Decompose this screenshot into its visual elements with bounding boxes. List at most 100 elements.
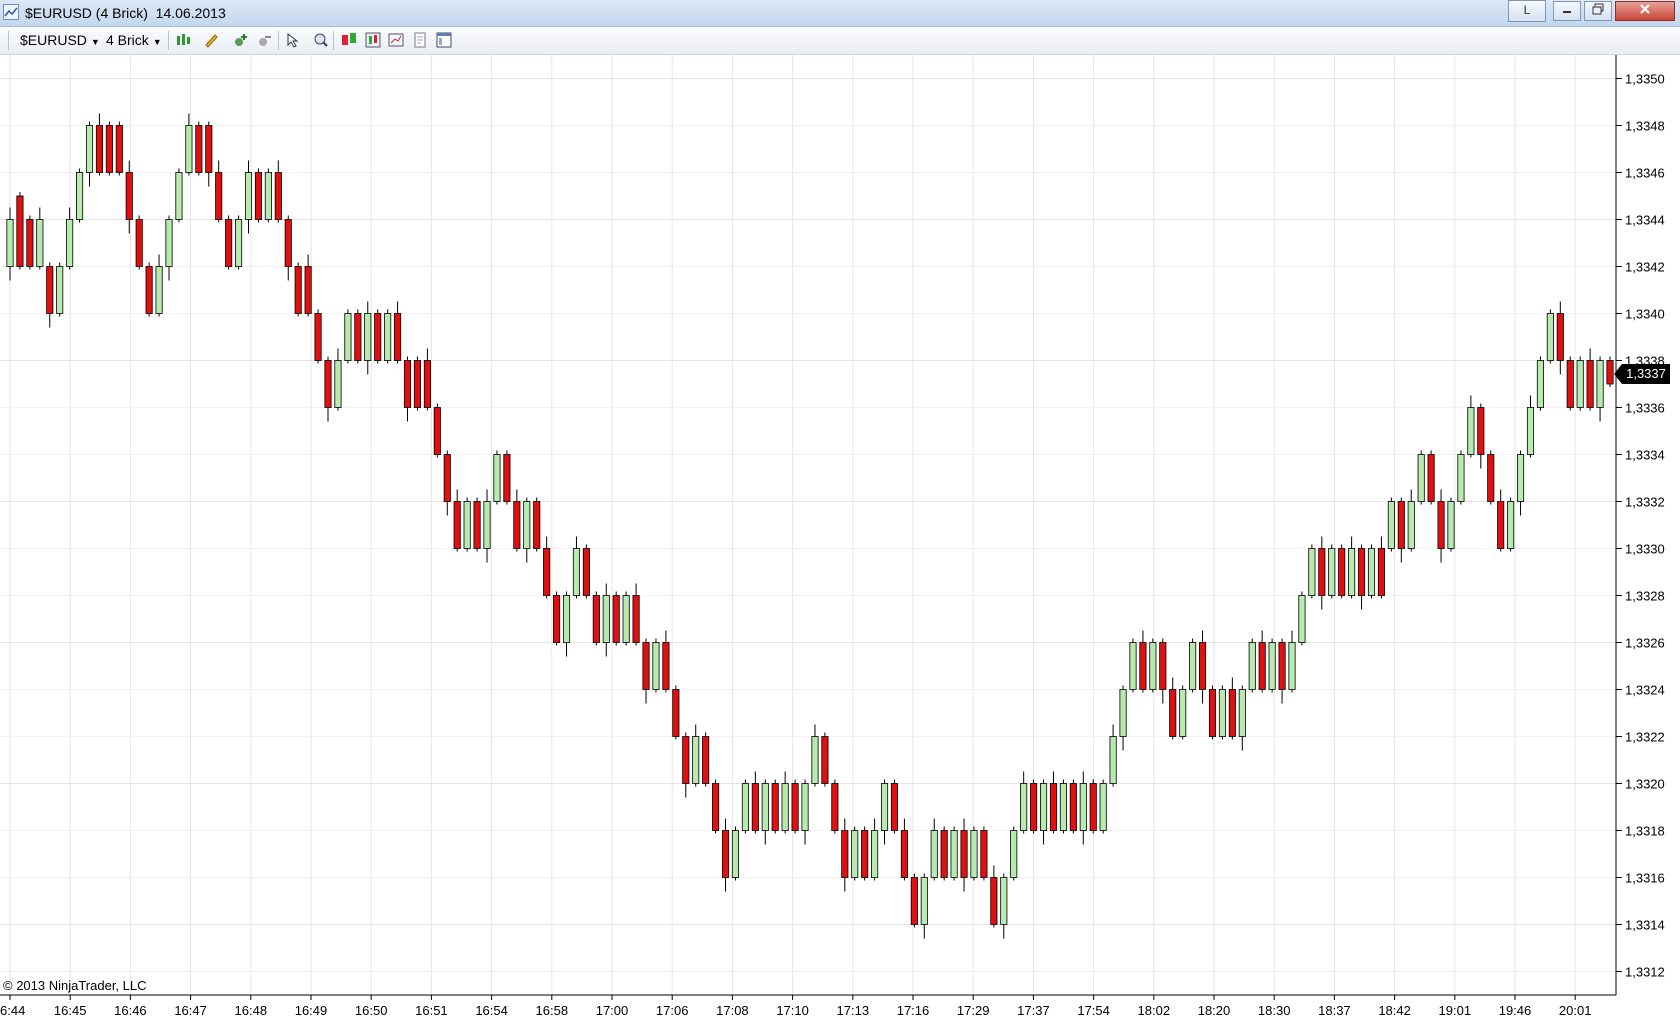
time-tick-label: 17:13 <box>837 1003 870 1018</box>
up-brick <box>1367 548 1376 596</box>
down-brick <box>403 360 412 408</box>
time-tick-label: 17:37 <box>1017 1003 1050 1018</box>
up-brick <box>1387 501 1395 549</box>
down-brick <box>1208 689 1217 737</box>
down-brick <box>433 407 441 455</box>
up-brick <box>1417 454 1425 502</box>
price-tick-label: 1,3332 <box>1625 495 1665 510</box>
chevron-down-icon: ▼ <box>90 37 100 47</box>
time-tick-label: 20:01 <box>1559 1003 1592 1018</box>
up-brick <box>920 877 928 925</box>
down-brick <box>1477 407 1485 455</box>
minimize-button[interactable] <box>1553 1 1581 21</box>
price-tick-label: 1,3342 <box>1625 260 1665 275</box>
down-brick <box>314 313 322 361</box>
up-brick <box>1517 454 1525 502</box>
time-tick-label: 16:51 <box>415 1003 448 1018</box>
window-layout-icon[interactable] <box>436 32 452 48</box>
up-brick <box>1507 501 1515 549</box>
down-brick <box>1556 313 1564 361</box>
down-brick <box>443 454 451 502</box>
up-brick <box>652 642 660 690</box>
chart-grid <box>0 55 1616 995</box>
data-box-icon[interactable] <box>341 32 357 48</box>
down-brick <box>513 501 521 549</box>
down-brick <box>1318 548 1326 596</box>
brick-series <box>6 113 1614 939</box>
period-label: 4 Brick <box>106 32 149 48</box>
down-brick <box>1437 501 1445 549</box>
up-brick <box>6 219 14 267</box>
up-brick <box>741 783 749 831</box>
price-tick-label: 1,3316 <box>1625 871 1665 886</box>
down-brick <box>1139 642 1147 690</box>
add-indicator-icon[interactable] <box>233 32 249 48</box>
maximize-button[interactable] <box>1584 1 1612 21</box>
renko-chart[interactable]: 1,3350 1,3348 1,3346 1,3344 1,3342 1,3340 1,33… <box>0 55 1680 1026</box>
down-brick <box>960 830 968 878</box>
chart-window-icon <box>3 4 19 20</box>
down-brick <box>304 266 312 314</box>
cursor-icon[interactable] <box>285 32 301 48</box>
up-brick <box>364 313 372 361</box>
up-brick <box>1536 360 1544 408</box>
down-brick <box>1159 642 1167 690</box>
time-tick-label: 16:58 <box>536 1003 569 1018</box>
down-brick <box>990 877 998 925</box>
down-brick <box>1566 360 1574 408</box>
down-brick <box>632 595 640 643</box>
down-brick <box>553 595 561 643</box>
time-tick-label: 17:29 <box>957 1003 990 1018</box>
up-brick <box>1308 548 1316 596</box>
down-brick <box>1397 501 1405 549</box>
time-axis: 6:44 16:45 16:46 16:47 16:48 16:49 16:50 16:51 1… <box>0 995 1591 1018</box>
instrument-selector[interactable]: $EURUSD ▼ <box>20 32 100 48</box>
toolbar-separator <box>333 31 334 50</box>
up-brick <box>185 125 193 173</box>
time-tick-label: 19:46 <box>1499 1003 1532 1018</box>
remove-indicator-icon[interactable] <box>257 32 273 48</box>
time-tick-label: 18:30 <box>1258 1003 1291 1018</box>
up-brick <box>36 219 44 267</box>
snapshot-icon[interactable] <box>412 32 428 48</box>
time-tick-label: 16:45 <box>54 1003 87 1018</box>
down-brick <box>1169 689 1177 737</box>
up-brick <box>1109 736 1117 784</box>
up-brick <box>562 595 571 643</box>
period-selector[interactable]: 4 Brick ▼ <box>106 32 162 48</box>
properties-icon[interactable] <box>388 32 404 48</box>
down-brick <box>672 689 680 737</box>
price-tick-label: 1,3334 <box>1625 448 1665 463</box>
down-brick <box>1338 548 1346 596</box>
time-tick-label: 18:02 <box>1138 1003 1171 1018</box>
price-tick-label: 1,3348 <box>1625 119 1665 134</box>
up-brick <box>1576 360 1584 408</box>
up-brick <box>1079 783 1087 831</box>
chart-style-icon[interactable] <box>175 32 191 48</box>
time-tick-label: 17:00 <box>596 1003 629 1018</box>
price-tick-label: 1,3318 <box>1625 824 1665 839</box>
time-tick-label: 16:47 <box>174 1003 207 1018</box>
zoom-icon[interactable] <box>313 32 329 48</box>
chart-trader-icon[interactable] <box>365 32 381 48</box>
down-brick <box>374 313 382 361</box>
down-brick <box>16 195 24 267</box>
up-brick <box>1119 689 1127 737</box>
price-tick-label: 1,3314 <box>1625 918 1665 933</box>
up-brick <box>1010 830 1018 878</box>
link-button[interactable]: L <box>1508 0 1546 22</box>
up-brick <box>1238 689 1246 737</box>
down-brick <box>105 125 113 173</box>
down-brick <box>582 548 590 596</box>
up-brick <box>175 172 183 220</box>
up-brick <box>871 830 879 878</box>
up-brick <box>334 360 342 408</box>
up-brick <box>1407 501 1415 549</box>
up-brick <box>1457 454 1465 502</box>
up-brick <box>1328 548 1336 596</box>
down-brick <box>712 783 720 831</box>
drawing-tools-icon[interactable] <box>203 32 219 48</box>
up-brick <box>622 595 630 643</box>
close-button[interactable] <box>1615 1 1675 21</box>
down-brick <box>1198 642 1207 690</box>
